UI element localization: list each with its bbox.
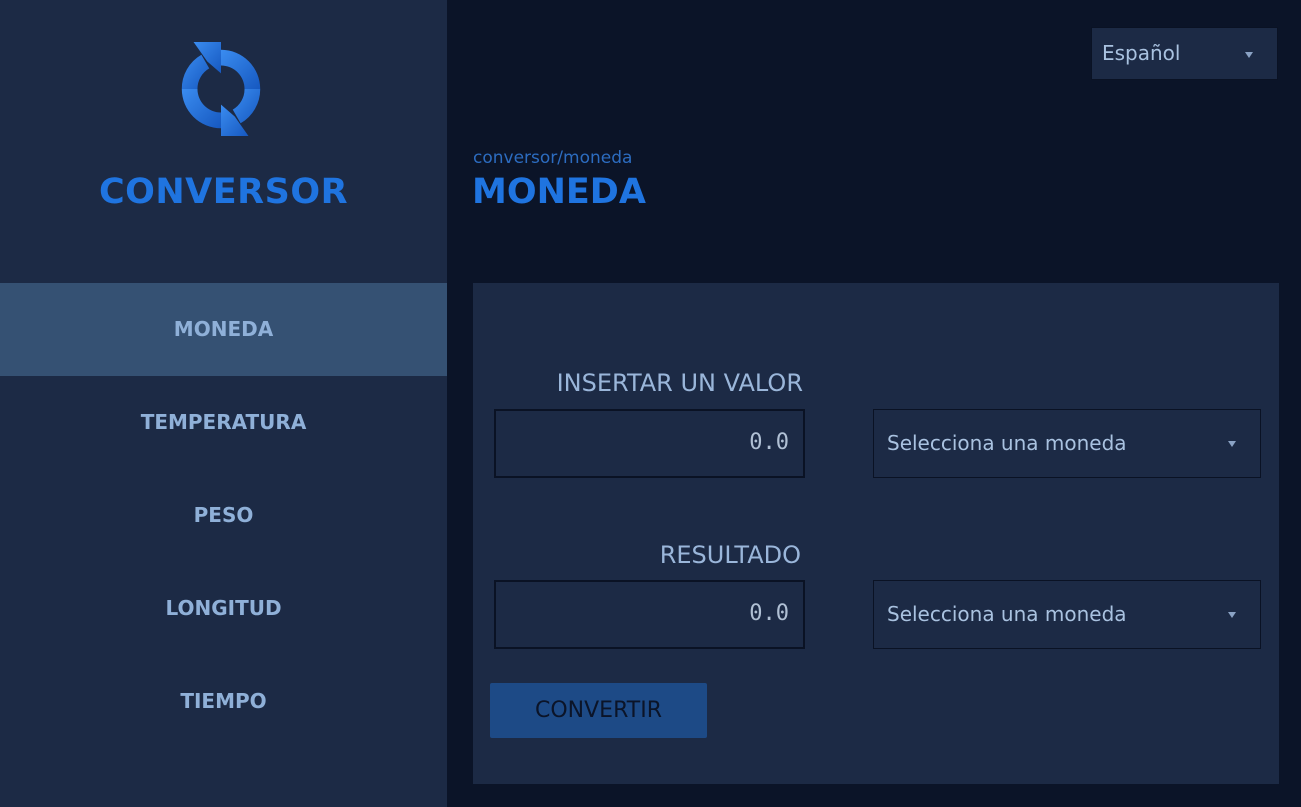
language-select[interactable]: Español (1091, 27, 1278, 80)
page-title: MONEDA (472, 172, 646, 212)
breadcrumb: conversor/moneda (473, 148, 633, 168)
result-currency-select[interactable]: Selecciona una moneda (873, 580, 1261, 649)
app-window: CONVERSOR MONEDA TEMPERATURA PESO LONGIT… (0, 0, 1301, 807)
sidebar-nav: MONEDA TEMPERATURA PESO LONGITUD TIEMPO (0, 283, 447, 748)
converter-panel: INSERTAR UN VALOR 0.0 Selecciona una mon… (473, 283, 1279, 784)
sidebar-item-temperatura[interactable]: TEMPERATURA (0, 376, 447, 469)
language-select-value: Español (1102, 41, 1181, 65)
sidebar: CONVERSOR MONEDA TEMPERATURA PESO LONGIT… (0, 0, 447, 807)
input-currency-select[interactable]: Selecciona una moneda (873, 409, 1261, 478)
result-currency-placeholder: Selecciona una moneda (887, 602, 1127, 626)
sidebar-item-tiempo[interactable]: TIEMPO (0, 655, 447, 748)
input-value-label: INSERTAR UN VALOR (556, 369, 803, 397)
chevron-down-icon (1228, 441, 1236, 447)
result-value-field[interactable]: 0.0 (494, 580, 805, 649)
sidebar-item-moneda[interactable]: MONEDA (0, 283, 447, 376)
input-value-field[interactable]: 0.0 (494, 409, 805, 478)
chevron-down-icon (1245, 52, 1253, 58)
refresh-arrows-icon (181, 41, 261, 137)
sidebar-item-peso[interactable]: PESO (0, 469, 447, 562)
app-brand: CONVERSOR (98, 172, 349, 212)
chevron-down-icon (1228, 612, 1236, 618)
result-label: RESULTADO (659, 541, 801, 569)
sidebar-item-longitud[interactable]: LONGITUD (0, 562, 447, 655)
input-currency-placeholder: Selecciona una moneda (887, 431, 1127, 455)
convert-button[interactable]: CONVERTIR (490, 683, 707, 738)
